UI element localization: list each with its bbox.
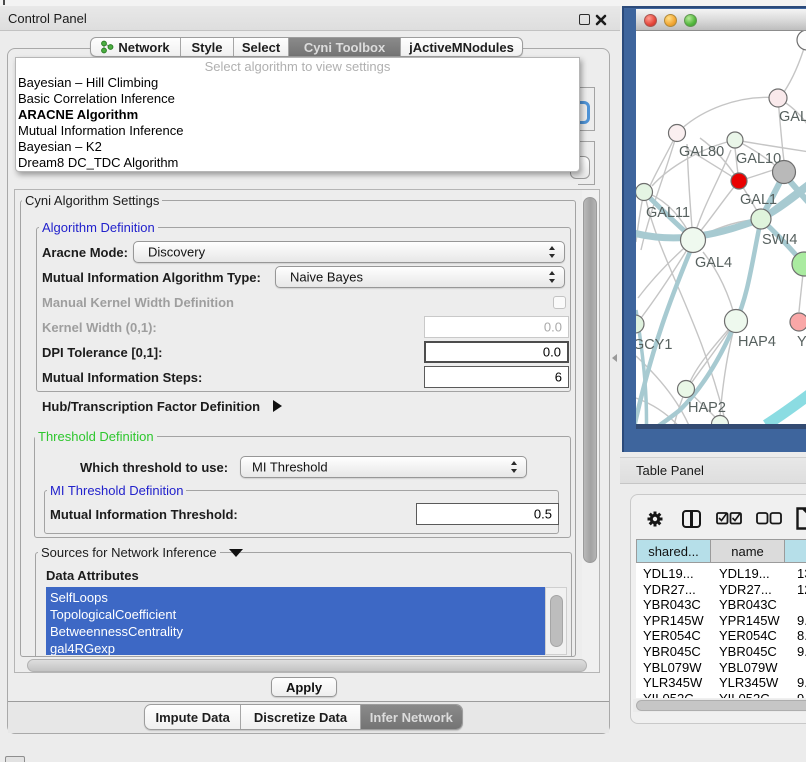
svg-text:GAL10: GAL10 [736, 151, 781, 167]
svg-text:SWI4: SWI4 [762, 232, 797, 248]
svg-text:GAL4: GAL4 [695, 255, 732, 271]
svg-text:GAL11: GAL11 [646, 205, 690, 221]
svg-text:HAP4: HAP4 [738, 334, 776, 350]
svg-text:GAL: GAL [779, 109, 806, 125]
svg-text:HAP2: HAP2 [688, 400, 726, 416]
svg-text:GCY1: GCY1 [636, 337, 673, 353]
svg-text:Y: Y [797, 334, 806, 350]
svg-text:GAL80: GAL80 [679, 144, 724, 160]
svg-text:GAL1: GAL1 [740, 192, 777, 208]
